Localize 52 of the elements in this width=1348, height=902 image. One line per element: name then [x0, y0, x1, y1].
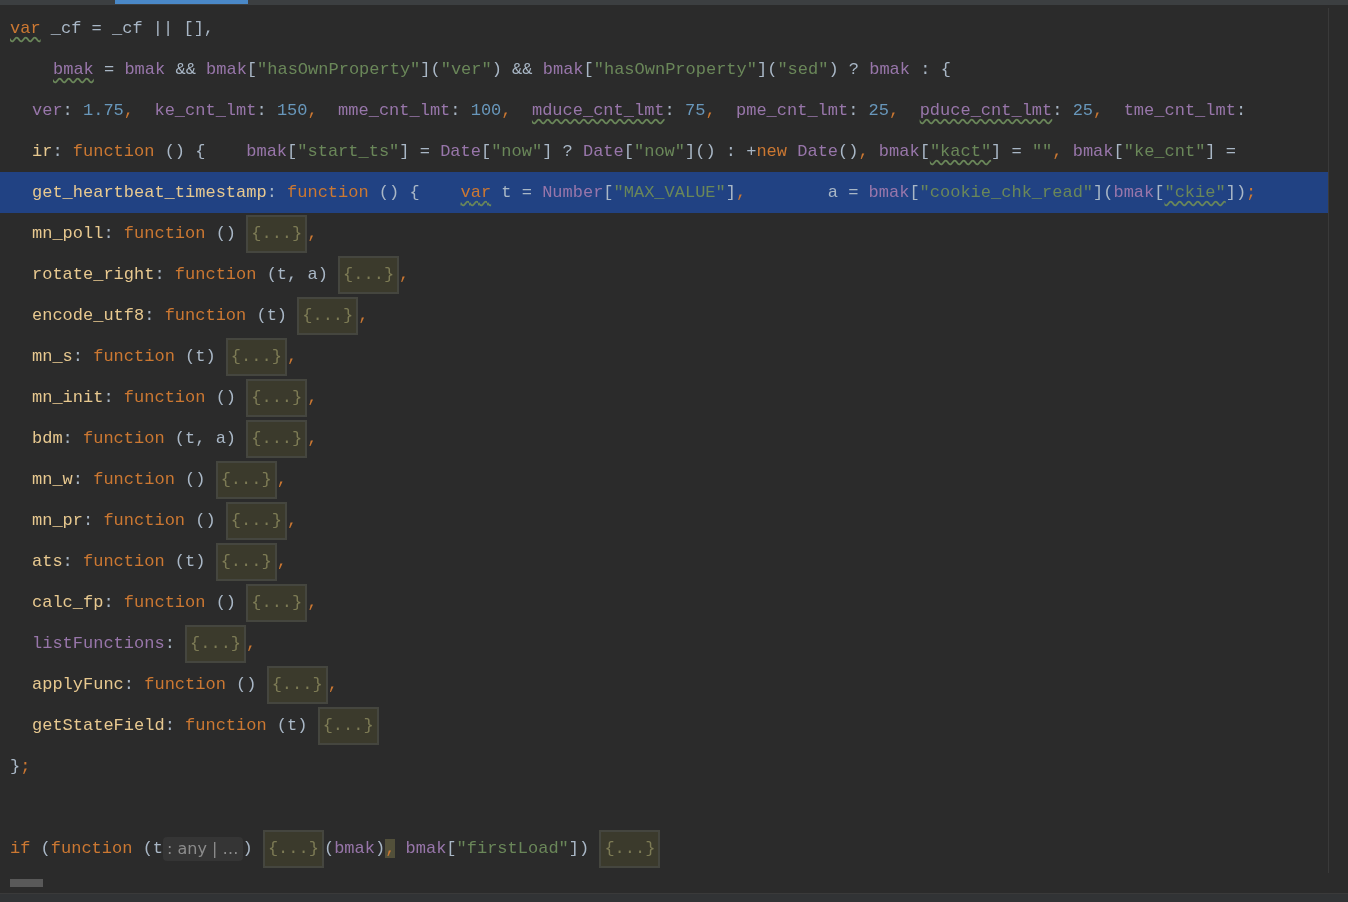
- folded-code-block[interactable]: {...}: [338, 255, 400, 294]
- folded-code-block[interactable]: {...}: [246, 214, 308, 253]
- code-text: mn_w: function (): [32, 468, 207, 491]
- code-text: mn_s: function (t): [32, 345, 217, 368]
- code-text: ,: [307, 222, 318, 245]
- code-text: mn_poll: function (): [32, 222, 238, 245]
- folded-code-block[interactable]: {...}: [185, 624, 247, 663]
- active-tab-indicator[interactable]: [115, 0, 248, 4]
- code-text: ,: [307, 591, 318, 614]
- code-text: rotate_right: function (t, a): [32, 263, 329, 286]
- code-text: ,: [307, 427, 318, 450]
- folded-code-block[interactable]: {...}: [225, 501, 287, 540]
- folded-code-block[interactable]: {...}: [246, 583, 308, 622]
- folded-code-block[interactable]: {...}: [246, 378, 308, 417]
- code-text: ,: [286, 345, 298, 368]
- code-text: applyFunc: function (): [32, 673, 258, 696]
- code-text: bmak = bmak && bmak["hasOwnProperty"]("ver") && bmak["hasOwnProperty"]("sed") ? bmak : {: [53, 58, 951, 81]
- folded-code-block[interactable]: {...}: [215, 542, 277, 581]
- code-text: ir: function () { bmak["start_ts"] = Date["now"] ? Date["now"]() : +new Date(), bmak["kact"] = "", bmak["ke_cnt"] =: [32, 140, 1236, 163]
- code-text: mn_init: function (): [32, 386, 238, 409]
- code-text: ats: function (t): [32, 550, 207, 573]
- scrollbar-thumb[interactable]: [10, 879, 43, 887]
- code-text: ,: [358, 304, 369, 327]
- code-text: ,: [276, 550, 287, 573]
- code-text: getStateField: function (t): [32, 714, 309, 737]
- code-text: mn_pr: function (): [32, 509, 217, 532]
- folded-code-block[interactable]: {...}: [215, 460, 277, 499]
- code-text: listFunctions:: [32, 632, 176, 655]
- folded-code-block[interactable]: {...}: [317, 706, 379, 745]
- code-text: var _cf = _cf || [],: [10, 17, 215, 40]
- code-text: ,: [399, 263, 410, 286]
- code-text: ,: [276, 468, 287, 491]
- folded-code-block[interactable]: {...}: [599, 829, 661, 868]
- code-text: ,: [246, 632, 257, 655]
- folded-code-block[interactable]: {...}: [246, 419, 308, 458]
- code-text: ,: [327, 673, 338, 696]
- folded-code-block[interactable]: {...}: [297, 296, 359, 335]
- code-text: ,: [307, 386, 318, 409]
- code-text: (bmak), bmak["firstLoad"]): [323, 837, 591, 860]
- code-text: ): [242, 837, 254, 860]
- folded-code-block[interactable]: {...}: [262, 829, 324, 868]
- code-text: calc_fp: function (): [32, 591, 238, 614]
- code-text: if (function (t: [10, 837, 164, 860]
- code-text: bdm: function (t, a): [32, 427, 238, 450]
- folded-code-block[interactable]: {...}: [225, 337, 287, 376]
- code-text: encode_utf8: function (t): [32, 304, 289, 327]
- code-text: };: [10, 755, 31, 778]
- code-text: ver: 1.75, ke_cnt_lmt: 150, mme_cnt_lmt: 100, mduce_cnt_lmt: 75, pme_cnt_lmt: 25, pduce_cnt_lmt: 25, tme_cnt_lmt:: [32, 99, 1247, 122]
- type-hint: : any | …: [163, 836, 243, 861]
- folded-code-block[interactable]: {...}: [266, 665, 328, 704]
- code-text: ,: [286, 509, 298, 532]
- code-text: get_heartbeat_timestamp: function () { var t = Number["MAX_VALUE"], a = bmak["cookie_chk_read"](bmak["ckie"]);: [32, 181, 1257, 204]
